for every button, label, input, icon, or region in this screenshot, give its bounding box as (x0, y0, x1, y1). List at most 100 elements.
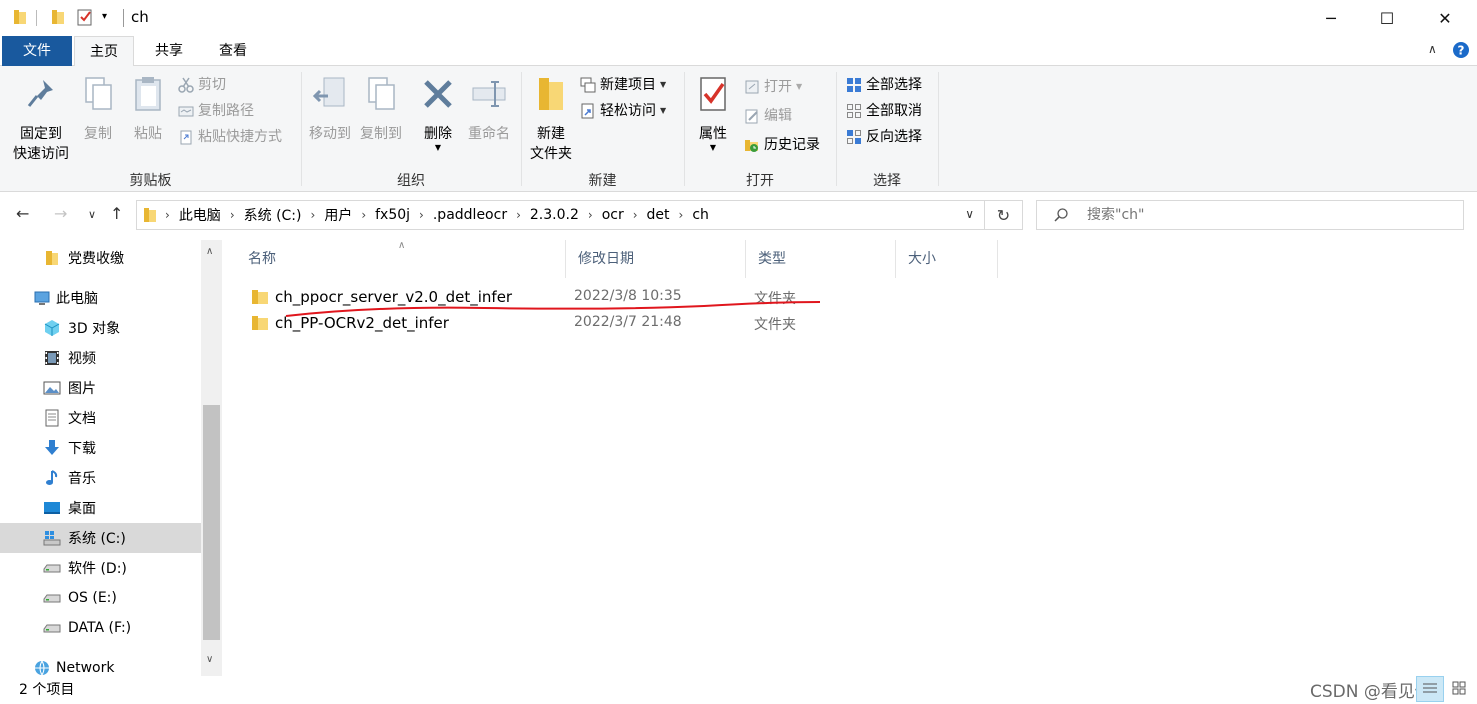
breadcrumb-this-pc[interactable]: 此电脑 (179, 205, 221, 225)
nav-item-3d-objects[interactable]: 3D 对象 (0, 313, 201, 343)
back-arrow-icon[interactable]: ← (16, 204, 29, 223)
quick-access-dropdown-icon[interactable]: ▾ (102, 11, 107, 22)
nav-item-label: 图片 (68, 381, 96, 397)
easy-access-button[interactable]: 轻松访问 ▼ (580, 100, 666, 122)
paste-shortcut-button[interactable]: 粘贴快捷方式 (178, 126, 282, 148)
scrollbar-thumb[interactable] (203, 405, 220, 640)
breadcrumb-users[interactable]: 用户 (324, 205, 352, 225)
computer-icon (34, 291, 50, 305)
breadcrumb-det[interactable]: det (647, 207, 670, 223)
tab-share[interactable]: 共享 (140, 36, 198, 66)
large-icons-view-button[interactable] (1446, 676, 1474, 702)
nav-item-documents[interactable]: 文档 (0, 403, 201, 433)
folder-icon (144, 208, 156, 222)
nav-pane-scrollbar[interactable]: ∧ ∨ (201, 240, 222, 676)
select-all-button[interactable]: 全部选择 (846, 74, 922, 96)
up-arrow-icon[interactable]: ↑ (110, 204, 123, 223)
breadcrumb-separator-icon[interactable]: › (165, 208, 170, 222)
minimize-button[interactable]: ─ (1302, 0, 1360, 36)
close-button[interactable]: ✕ (1416, 0, 1474, 36)
new-folder-button[interactable]: 新建 文件夹 (526, 74, 576, 164)
breadcrumb-separator-icon[interactable]: › (419, 208, 424, 222)
properties-checkmark-icon (700, 77, 726, 111)
nav-item-network[interactable]: Network (0, 653, 201, 676)
copy-icon (85, 77, 112, 110)
delete-dropdown-icon[interactable]: ▼ (418, 144, 458, 152)
help-icon[interactable]: ? (1452, 41, 1470, 59)
nav-item-software-d[interactable]: 软件 (D:) (0, 553, 201, 583)
pin-to-quick-access-button[interactable]: 固定到 快速访问 (8, 74, 74, 164)
nav-item-this-pc[interactable]: 此电脑 (0, 283, 201, 313)
address-bar[interactable]: › 此电脑 › 系统 (C:) › 用户 › fx50j › .paddleoc… (136, 200, 985, 230)
breadcrumb-ch[interactable]: ch (692, 207, 709, 223)
details-view-button[interactable] (1416, 676, 1444, 702)
copy-button[interactable]: 复制 (78, 74, 118, 144)
download-icon (45, 440, 59, 455)
item-count: 2 个项目 (19, 682, 75, 698)
nav-item-videos[interactable]: 视频 (0, 343, 201, 373)
open-button[interactable]: 打开 ▼ (744, 76, 802, 98)
new-folder-quick-icon[interactable] (50, 8, 66, 26)
properties-quick-icon[interactable] (76, 8, 94, 26)
nav-item-music[interactable]: 音乐 (0, 463, 201, 493)
breadcrumb-ocr[interactable]: ocr (602, 207, 624, 223)
table-row[interactable]: ch_ppocr_server_v2.0_det_infer 2022/3/8 … (248, 286, 1248, 310)
group-separator (836, 72, 837, 186)
scroll-up-arrow-icon[interactable]: ∧ (206, 246, 213, 257)
delete-button[interactable]: 删除 ▼ (418, 74, 458, 152)
nav-item-os-e[interactable]: OS (E:) (0, 583, 201, 613)
select-none-button[interactable]: 全部取消 (846, 100, 922, 122)
column-header-name[interactable]: 名称 (236, 240, 566, 278)
properties-button[interactable]: 属性 ▼ (692, 74, 734, 152)
nav-item-downloads[interactable]: 下载 (0, 433, 201, 463)
breadcrumb-system-c[interactable]: 系统 (C:) (244, 205, 302, 225)
tab-home[interactable]: 主页 (74, 36, 134, 67)
music-icon (46, 470, 58, 485)
nav-item-party-fees[interactable]: 党费收缴 (0, 243, 201, 273)
breadcrumb-version[interactable]: 2.3.0.2 (530, 207, 579, 223)
nav-item-desktop[interactable]: 桌面 (0, 493, 201, 523)
new-item-button[interactable]: 新建项目 ▼ (580, 74, 666, 96)
properties-dropdown-icon[interactable]: ▼ (692, 144, 734, 152)
tab-file[interactable]: 文件 (2, 36, 72, 66)
breadcrumb-separator-icon[interactable]: › (633, 208, 638, 222)
breadcrumb-separator-icon[interactable]: › (361, 208, 366, 222)
cut-button[interactable]: 剪切 (178, 74, 226, 96)
select-group-label: 选择 (873, 173, 901, 189)
copy-to-button[interactable]: 复制到 (356, 74, 406, 144)
tab-view[interactable]: 查看 (204, 36, 262, 66)
paste-button[interactable]: 粘贴 (128, 74, 168, 144)
search-input[interactable] (1087, 201, 1457, 229)
column-header-type[interactable]: 类型 (746, 240, 896, 278)
edit-button[interactable]: 编辑 (744, 105, 792, 127)
copy-path-button[interactable]: 复制路径 (178, 100, 254, 122)
invert-selection-button[interactable]: 反向选择 (846, 126, 922, 148)
column-header-modified[interactable]: 修改日期 (566, 240, 746, 278)
move-to-button[interactable]: 移动到 (306, 74, 354, 144)
scroll-down-arrow-icon[interactable]: ∨ (206, 654, 213, 665)
address-dropdown-icon[interactable]: ∨ (965, 207, 974, 221)
table-row[interactable]: ch_PP-OCRv2_det_infer 2022/3/7 21:48 文件夹 (248, 312, 1248, 336)
nav-item-system-c[interactable]: 系统 (C:) (0, 523, 201, 553)
breadcrumb-separator-icon[interactable]: › (679, 208, 684, 222)
column-header-size[interactable]: 大小 (896, 240, 998, 278)
refresh-button[interactable]: ↻ (985, 200, 1023, 230)
history-button[interactable]: 历史记录 (744, 134, 820, 156)
nav-item-label: 此电脑 (56, 291, 98, 307)
new-folder-label-line2: 文件夹 (530, 146, 572, 162)
nav-item-pictures[interactable]: 图片 (0, 373, 201, 403)
search-box[interactable] (1036, 200, 1464, 230)
forward-arrow-icon[interactable]: → (54, 204, 67, 223)
nav-item-data-f[interactable]: DATA (F:) (0, 613, 201, 643)
breadcrumb-separator-icon[interactable]: › (588, 208, 593, 222)
scissors-icon (178, 77, 194, 93)
breadcrumb-paddleocr[interactable]: .paddleocr (433, 207, 507, 223)
breadcrumb-separator-icon[interactable]: › (516, 208, 521, 222)
breadcrumb-separator-icon[interactable]: › (311, 208, 316, 222)
collapse-ribbon-icon[interactable]: ∧ (1428, 42, 1437, 56)
rename-button[interactable]: 重命名 (464, 74, 514, 144)
breadcrumb-separator-icon[interactable]: › (230, 208, 235, 222)
recent-locations-chevron-icon[interactable]: ∨ (88, 208, 96, 221)
maximize-button[interactable]: ☐ (1358, 0, 1416, 36)
breadcrumb-fx50j[interactable]: fx50j (375, 207, 410, 223)
